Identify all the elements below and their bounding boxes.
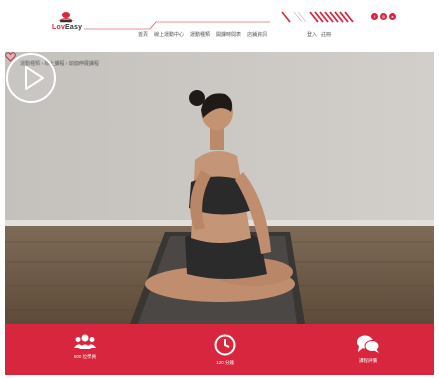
nav-item-schedule[interactable]: 開課時間表 <box>216 31 241 38</box>
facebook-icon[interactable]: f <box>371 13 378 20</box>
main-nav: 首頁 線上運動中心 運動種類 開課時間表 店鋪資訊 <box>138 31 267 38</box>
site-logo[interactable]: LovEasy <box>52 12 82 36</box>
feature-students-label: 500 位學員 <box>73 354 97 359</box>
users-icon <box>74 334 96 349</box>
instagram-icon[interactable]: ◎ <box>380 13 387 20</box>
feature-reviews[interactable]: 課程評價 <box>338 334 398 364</box>
chat-icon <box>357 335 380 353</box>
auth-links: 登入 註冊 <box>307 31 331 38</box>
logo-text-part-2: Easy <box>65 24 83 31</box>
nav-item-home[interactable]: 首頁 <box>138 31 148 38</box>
clock-icon <box>214 334 236 356</box>
logo-text: LovEasy <box>52 24 82 31</box>
features-bar: 500 位學員 120 分鐘 課程評價 <box>5 324 434 375</box>
feature-reviews-label: 課程評價 <box>359 358 377 363</box>
feature-duration[interactable]: 120 分鐘 <box>195 334 255 366</box>
feature-students[interactable]: 500 位學員 <box>55 334 115 360</box>
hero-image <box>5 52 434 324</box>
social-links: f ◎ ● <box>371 13 396 20</box>
line-icon[interactable]: ● <box>389 13 396 20</box>
page: LovEasy 首頁 線上運動中心 運動種類 開課時間表 店鋪資訊 f ◎ ● … <box>0 0 439 378</box>
register-link[interactable]: 註冊 <box>321 31 331 38</box>
nav-item-store-info[interactable]: 店鋪資訊 <box>247 31 267 38</box>
nav-item-online-center[interactable]: 線上運動中心 <box>154 31 184 38</box>
site-header: LovEasy 首頁 線上運動中心 運動種類 開課時間表 店鋪資訊 f ◎ ● … <box>0 0 439 46</box>
feature-duration-label: 120 分鐘 <box>216 360 234 365</box>
nav-item-sport-types[interactable]: 運動種類 <box>190 31 210 38</box>
play-icon[interactable] <box>5 52 57 104</box>
logo-text-part-1: Lov <box>52 24 66 31</box>
login-link[interactable]: 登入 <box>307 31 317 38</box>
hero-video[interactable]: 運動種類 › 線上課程 › 瑜伽伸展課程 <box>5 52 434 324</box>
header-stripes-decor <box>281 11 354 23</box>
logo-mark-icon <box>58 12 74 23</box>
